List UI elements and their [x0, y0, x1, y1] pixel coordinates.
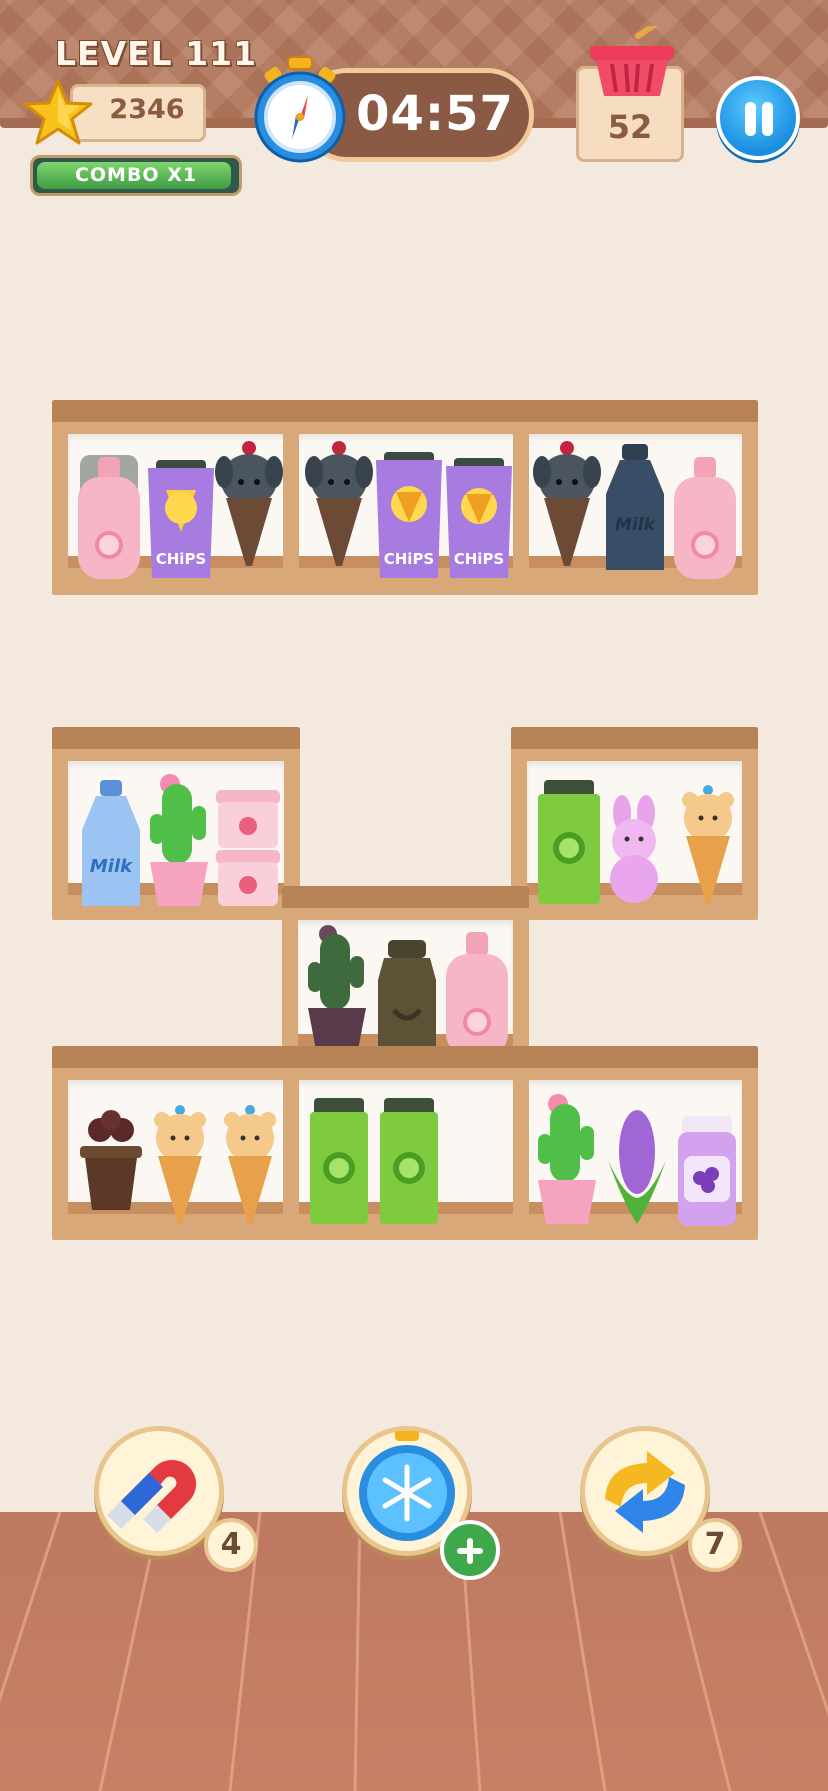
stopwatch-icon	[254, 56, 346, 163]
level-title: LEVEL 111	[55, 34, 258, 73]
chips-label: CHiPS	[454, 550, 505, 568]
apple-juice-box-item[interactable]	[536, 780, 602, 906]
pause-button[interactable]	[716, 76, 800, 160]
milk-bottle-dark-item[interactable]: Milk	[602, 444, 668, 576]
apple-juice-box-item[interactable]	[308, 1098, 370, 1226]
star-icon	[23, 79, 93, 145]
score-value: 2346	[109, 94, 185, 125]
dog-icecream-cone-item[interactable]	[214, 440, 284, 570]
magnet-icon	[107, 1459, 197, 1533]
dark-flower-pot-item[interactable]	[76, 1100, 146, 1214]
chips-label: CHiPS	[384, 550, 435, 568]
corn-item[interactable]	[604, 1100, 670, 1228]
combo-label: COMBO X1	[74, 164, 198, 186]
dark-jar-item[interactable]	[374, 940, 440, 1052]
strawberry-bottle-item[interactable]	[670, 455, 740, 581]
shuffle-arrows-icon	[605, 1451, 685, 1533]
apple-juice-box-item[interactable]	[378, 1098, 440, 1226]
dog-icecream-cone-item[interactable]	[304, 440, 374, 570]
shuffle-count-badge: 7	[688, 1518, 742, 1572]
milk-bottle-blue-item[interactable]: Milk	[76, 780, 146, 910]
strawberry-icecream-tub-item[interactable]	[214, 790, 282, 908]
milk-label: Milk	[90, 856, 133, 877]
magnet-count-badge: 4	[204, 1518, 258, 1572]
freeze-plus-badge[interactable]	[440, 1520, 500, 1580]
basket-count: 52	[607, 108, 653, 146]
cactus-pot-item[interactable]	[144, 770, 214, 910]
strawberry-bottle-item[interactable]	[74, 455, 144, 581]
dog-icecream-cone-item[interactable]	[532, 440, 602, 570]
timer-value: 04:57	[356, 86, 514, 142]
pink-bunny-plush-item[interactable]	[598, 795, 670, 907]
chips-bag-item[interactable]: CHiPS	[374, 452, 444, 582]
bear-icecream-cone-item[interactable]	[676, 780, 740, 908]
bear-icecream-cone-item[interactable]	[218, 1100, 282, 1228]
chips-bag-item[interactable]: CHiPS	[146, 460, 216, 582]
cactus-pot-dark-item[interactable]	[302, 924, 372, 1054]
bear-icecream-cone-item[interactable]	[148, 1100, 212, 1228]
cactus-pot-item[interactable]	[532, 1090, 602, 1228]
shopping-basket-icon	[590, 26, 674, 96]
chips-label: CHiPS	[156, 550, 207, 568]
strawberry-bottle-item[interactable]	[444, 930, 510, 1058]
grape-jam-jar-item[interactable]	[676, 1116, 738, 1228]
chips-bag-item[interactable]: CHiPS	[444, 458, 514, 582]
milk-label: Milk	[615, 515, 657, 535]
